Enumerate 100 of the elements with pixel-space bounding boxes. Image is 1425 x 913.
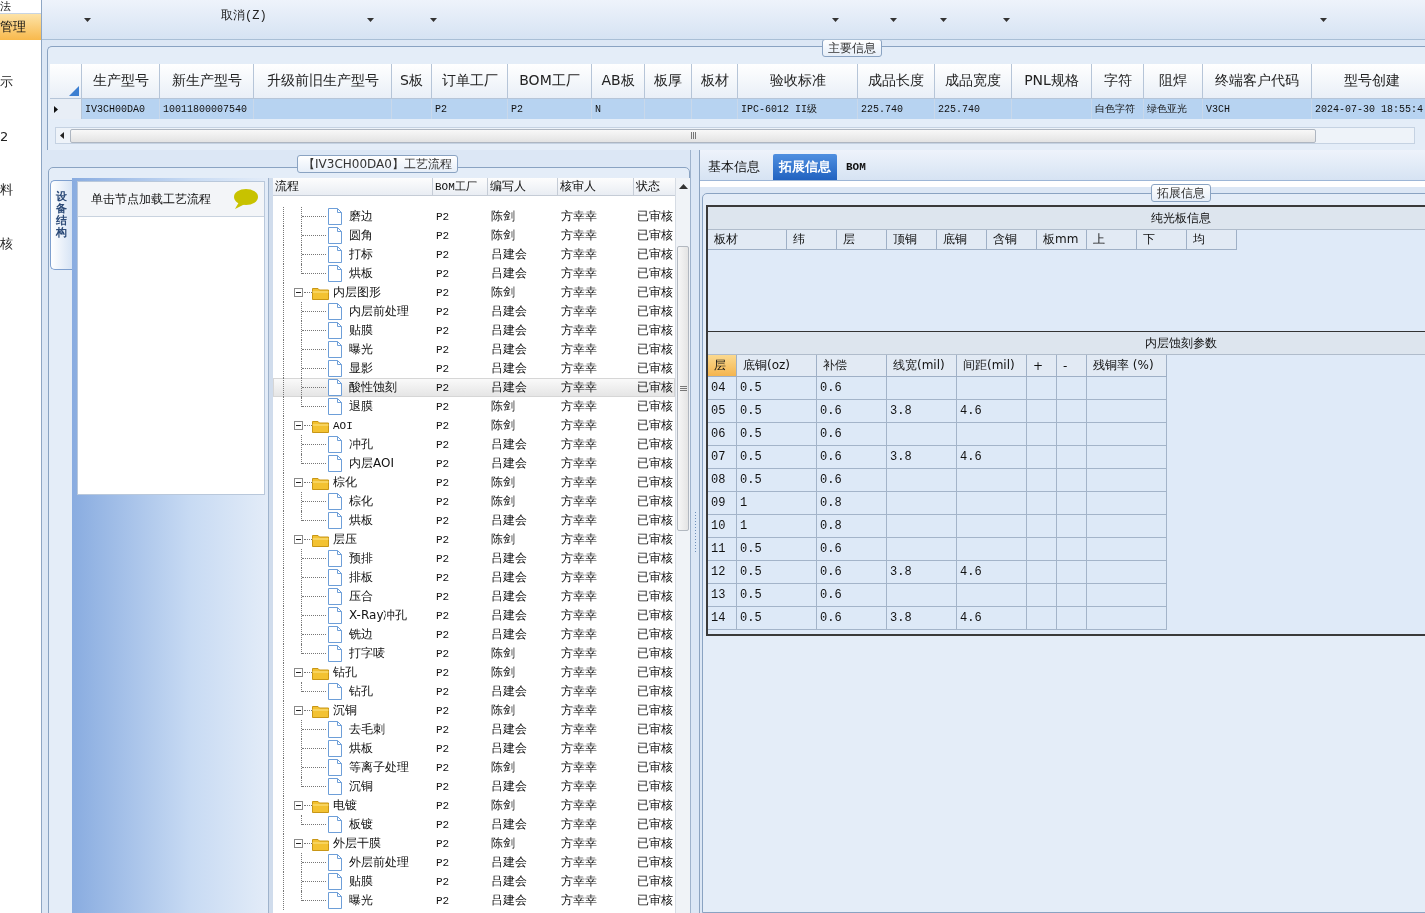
tab[interactable]: 拓展信息 — [773, 154, 837, 180]
column-header[interactable]: 核审人 — [558, 178, 634, 195]
tree-row[interactable]: 冲孔 P2 吕建会 方幸幸 已审核 — [273, 435, 675, 454]
scrollbar-thumb[interactable] — [677, 246, 689, 531]
tab[interactable]: BOM — [841, 154, 871, 180]
table-row[interactable]: IV3CH00DA0 10011800007540 P2 P2 N IPC-6012 II级 225.740 225.740 白色字符 绿色亚光 V3CH 2024-07-30 18:55:4 — [50, 99, 1425, 119]
collapse-icon[interactable] — [294, 668, 303, 677]
tree-row[interactable]: 压合 P2 吕建会 方幸幸 已审核 — [273, 587, 675, 606]
collapse-icon[interactable] — [294, 706, 303, 715]
scroll-up-icon[interactable] — [678, 184, 688, 189]
collapse-icon[interactable] — [294, 801, 303, 810]
nav-item[interactable]: 示 — [0, 55, 41, 109]
column-header[interactable]: 层 — [837, 230, 887, 250]
column-header[interactable]: 板材 — [692, 64, 738, 99]
scrollbar-thumb[interactable] — [70, 128, 1316, 143]
tree-row[interactable]: 钻孔 P2 吕建会 方幸幸 已审核 — [273, 682, 675, 701]
tree-row[interactable]: 烘板 P2 吕建会 方幸幸 已审核 — [273, 511, 675, 530]
column-header[interactable]: 阻焊 — [1144, 64, 1203, 99]
tree-row[interactable]: 内层AOI P2 吕建会 方幸幸 已审核 — [273, 454, 675, 473]
tree-row[interactable]: 曝光 P2 吕建会 方幸幸 已审核 — [273, 340, 675, 359]
caret-icon[interactable] — [429, 18, 437, 22]
collapse-icon[interactable] — [294, 535, 303, 544]
column-header[interactable]: 新生产型号 — [160, 64, 254, 99]
column-header[interactable]: 顶铜 — [887, 230, 937, 250]
tree-row[interactable]: 板镀 P2 吕建会 方幸幸 已审核 — [273, 815, 675, 834]
tree-row[interactable]: 外层干膜 P2 陈剑 方幸幸 已审核 — [273, 834, 675, 853]
tree-row[interactable]: 贴膜 P2 吕建会 方幸幸 已审核 — [273, 321, 675, 340]
column-header[interactable]: S板 — [392, 64, 432, 99]
tree-row[interactable]: 烘板 P2 吕建会 方幸幸 已审核 — [273, 739, 675, 758]
column-header[interactable]: 成品宽度 — [935, 64, 1012, 99]
tree-row[interactable]: 沉铜 P2 吕建会 方幸幸 已审核 — [273, 777, 675, 796]
collapse-icon[interactable] — [294, 288, 303, 297]
column-header[interactable]: 底铜 — [937, 230, 987, 250]
column-header[interactable]: 终端客户代码 — [1203, 64, 1312, 99]
cancel-button[interactable]: 取消(Z) — [221, 6, 267, 24]
collapse-icon[interactable] — [294, 478, 303, 487]
splitter-grip-icon[interactable] — [693, 511, 697, 552]
column-header[interactable]: 补偿 — [817, 355, 887, 377]
tree-row[interactable]: 外层前处理 P2 吕建会 方幸幸 已审核 — [273, 853, 675, 872]
collapse-icon[interactable] — [294, 839, 303, 848]
tree-row[interactable]: 退膜 P2 陈剑 方幸幸 已审核 — [273, 397, 675, 416]
column-header[interactable]: 生产型号 — [82, 64, 160, 99]
tree-row[interactable]: 内层图形 P2 陈剑 方幸幸 已审核 — [273, 283, 675, 302]
column-header[interactable]: 订单工厂 — [432, 64, 508, 99]
column-header[interactable]: 流程 — [273, 178, 433, 195]
column-header[interactable]: 间距(mil) — [957, 355, 1027, 377]
vertical-scrollbar[interactable] — [675, 178, 690, 913]
column-header[interactable]: 残铜率 (%) — [1087, 355, 1167, 377]
column-header[interactable]: 板mm — [1037, 230, 1087, 250]
nav-item[interactable]: 核 — [0, 217, 41, 271]
caret-icon[interactable] — [366, 18, 374, 22]
tree-row[interactable]: 圆角 P2 陈剑 方幸幸 已审核 — [273, 226, 675, 245]
tree-row[interactable]: 内层前处理 P2 吕建会 方幸幸 已审核 — [273, 302, 675, 321]
tree-row[interactable]: 棕化 P2 陈剑 方幸幸 已审核 — [273, 492, 675, 511]
caret-icon[interactable] — [831, 18, 839, 22]
side-tab[interactable]: 设备结构 — [50, 180, 72, 270]
tab[interactable]: 基本信息 — [703, 154, 765, 180]
tree-row[interactable]: 沉铜 P2 陈剑 方幸幸 已审核 — [273, 701, 675, 720]
column-header[interactable]: 均 — [1187, 230, 1237, 250]
caret-icon[interactable] — [889, 18, 897, 22]
column-header[interactable]: 板厚 — [645, 64, 692, 99]
caret-icon[interactable] — [1002, 18, 1010, 22]
nav-item[interactable]: 管理 — [0, 14, 41, 40]
column-header[interactable]: 含铜 — [987, 230, 1037, 250]
column-header[interactable]: 板材 — [708, 230, 787, 250]
column-header[interactable]: AB板 — [592, 64, 645, 99]
column-header[interactable]: 下 — [1137, 230, 1187, 250]
column-header[interactable]: 成品长度 — [858, 64, 935, 99]
tree-row[interactable]: 打字唛 P2 陈剑 方幸幸 已审核 — [273, 644, 675, 663]
tree-row[interactable]: 电镀 P2 陈剑 方幸幸 已审核 — [273, 796, 675, 815]
tree-row[interactable]: 烘板 P2 吕建会 方幸幸 已审核 — [273, 264, 675, 283]
caret-icon[interactable] — [939, 18, 947, 22]
tree-row[interactable]: 层压 P2 陈剑 方幸幸 已审核 — [273, 530, 675, 549]
caret-icon[interactable] — [84, 18, 91, 22]
column-header[interactable]: 字符 — [1092, 64, 1144, 99]
tree-row[interactable]: 排板 P2 吕建会 方幸幸 已审核 — [273, 568, 675, 587]
column-header[interactable]: 上 — [1087, 230, 1137, 250]
nav-item[interactable]: 2 — [0, 109, 41, 163]
column-header[interactable]: 线宽(mil) — [887, 355, 957, 377]
nav-item[interactable]: 料 — [0, 163, 41, 217]
column-header[interactable]: 验收标准 — [738, 64, 858, 99]
tree-row[interactable]: 铣边 P2 吕建会 方幸幸 已审核 — [273, 625, 675, 644]
tree-row[interactable]: AOI P2 陈剑 方幸幸 已审核 — [273, 416, 675, 435]
column-header[interactable]: + — [1027, 355, 1057, 377]
column-header[interactable]: PNL规格 — [1012, 64, 1092, 99]
tree-row[interactable]: 预排 P2 吕建会 方幸幸 已审核 — [273, 549, 675, 568]
tree-row[interactable]: 去毛刺 P2 吕建会 方幸幸 已审核 — [273, 720, 675, 739]
column-header[interactable]: 层 — [708, 355, 737, 377]
tree-row[interactable]: 棕化 P2 陈剑 方幸幸 已审核 — [273, 473, 675, 492]
tree-row[interactable]: 打标 P2 吕建会 方幸幸 已审核 — [273, 245, 675, 264]
column-header[interactable]: BOM工厂 — [433, 178, 488, 195]
tree-row[interactable]: 曝光 P2 吕建会 方幸幸 已审核 — [273, 891, 675, 910]
column-header[interactable]: 型号创建 — [1312, 64, 1425, 99]
tree-row[interactable]: 等离子处理 P2 陈剑 方幸幸 已审核 — [273, 758, 675, 777]
column-header[interactable]: 底铜(oz) — [737, 355, 817, 377]
tree-row[interactable]: 贴膜 P2 吕建会 方幸幸 已审核 — [273, 872, 675, 891]
tree-row[interactable]: 酸性蚀刻 P2 吕建会 方幸幸 已审核 — [273, 378, 675, 397]
collapse-icon[interactable] — [294, 421, 303, 430]
tree-row[interactable]: X-Ray冲孔 P2 吕建会 方幸幸 已审核 — [273, 606, 675, 625]
column-header[interactable]: 编写人 — [488, 178, 558, 195]
